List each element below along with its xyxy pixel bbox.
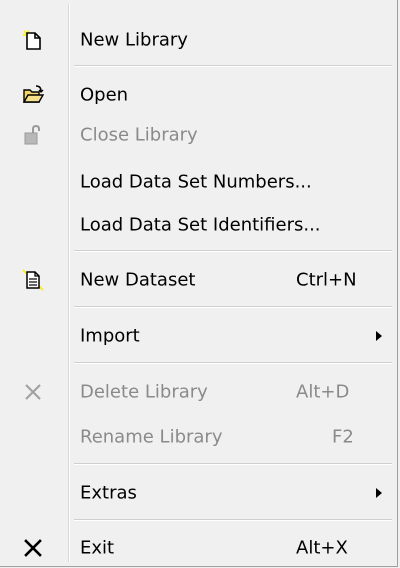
- exit-x-icon: [22, 537, 44, 559]
- menu-item-extras[interactable]: Extras: [0, 473, 396, 513]
- menu-item-shortcut: F2: [332, 426, 354, 448]
- menu-item-close-library[interactable]: Close Library: [0, 115, 396, 155]
- menu-separator: [74, 250, 392, 252]
- menu-item-label: Load Data Set Identifiers...: [80, 214, 321, 236]
- menu-item-new-dataset[interactable]: New Dataset Ctrl+N: [0, 260, 396, 300]
- menu-item-new-library[interactable]: New Library: [0, 20, 396, 60]
- menu-item-label: New Library: [80, 29, 188, 51]
- menu-item-label: New Dataset: [80, 269, 196, 291]
- menu-item-label: Rename Library: [80, 426, 223, 448]
- menu-item-label: Extras: [80, 482, 137, 504]
- delete-x-icon: [22, 381, 44, 403]
- menu-item-label: Close Library: [80, 124, 198, 146]
- open-folder-icon: [22, 84, 44, 106]
- close-lock-icon: [22, 124, 44, 146]
- menu-separator: [74, 65, 392, 67]
- submenu-arrow-icon: [376, 488, 382, 498]
- menu-item-label: Delete Library: [80, 381, 208, 403]
- context-menu: New Library Open Close Library Load Data…: [0, 0, 398, 567]
- menu-item-open[interactable]: Open: [0, 75, 396, 115]
- submenu-arrow-icon: [376, 331, 382, 341]
- menu-item-load-data-set-identifiers[interactable]: Load Data Set Identifiers...: [0, 205, 396, 245]
- menu-item-shortcut: Alt+X: [296, 537, 348, 559]
- menu-item-import[interactable]: Import: [0, 316, 396, 356]
- menu-item-label: Import: [80, 325, 140, 347]
- menu-separator: [74, 519, 392, 521]
- menu-separator: [74, 306, 392, 308]
- menu-item-label: Load Data Set Numbers...: [80, 171, 312, 193]
- new-dataset-icon: [22, 269, 44, 291]
- menu-item-shortcut: Alt+D: [296, 381, 350, 403]
- menu-item-load-data-set-numbers[interactable]: Load Data Set Numbers...: [0, 162, 396, 202]
- menu-item-rename-library[interactable]: Rename Library F2: [0, 417, 396, 457]
- menu-separator: [74, 362, 392, 364]
- menu-item-shortcut: Ctrl+N: [296, 269, 357, 291]
- menu-item-label: Exit: [80, 537, 115, 559]
- menu-item-exit[interactable]: Exit Alt+X: [0, 528, 396, 568]
- menu-item-delete-library[interactable]: Delete Library Alt+D: [0, 372, 396, 412]
- menu-item-label: Open: [80, 84, 129, 106]
- new-document-icon: [22, 29, 44, 51]
- menu-separator: [74, 463, 392, 465]
